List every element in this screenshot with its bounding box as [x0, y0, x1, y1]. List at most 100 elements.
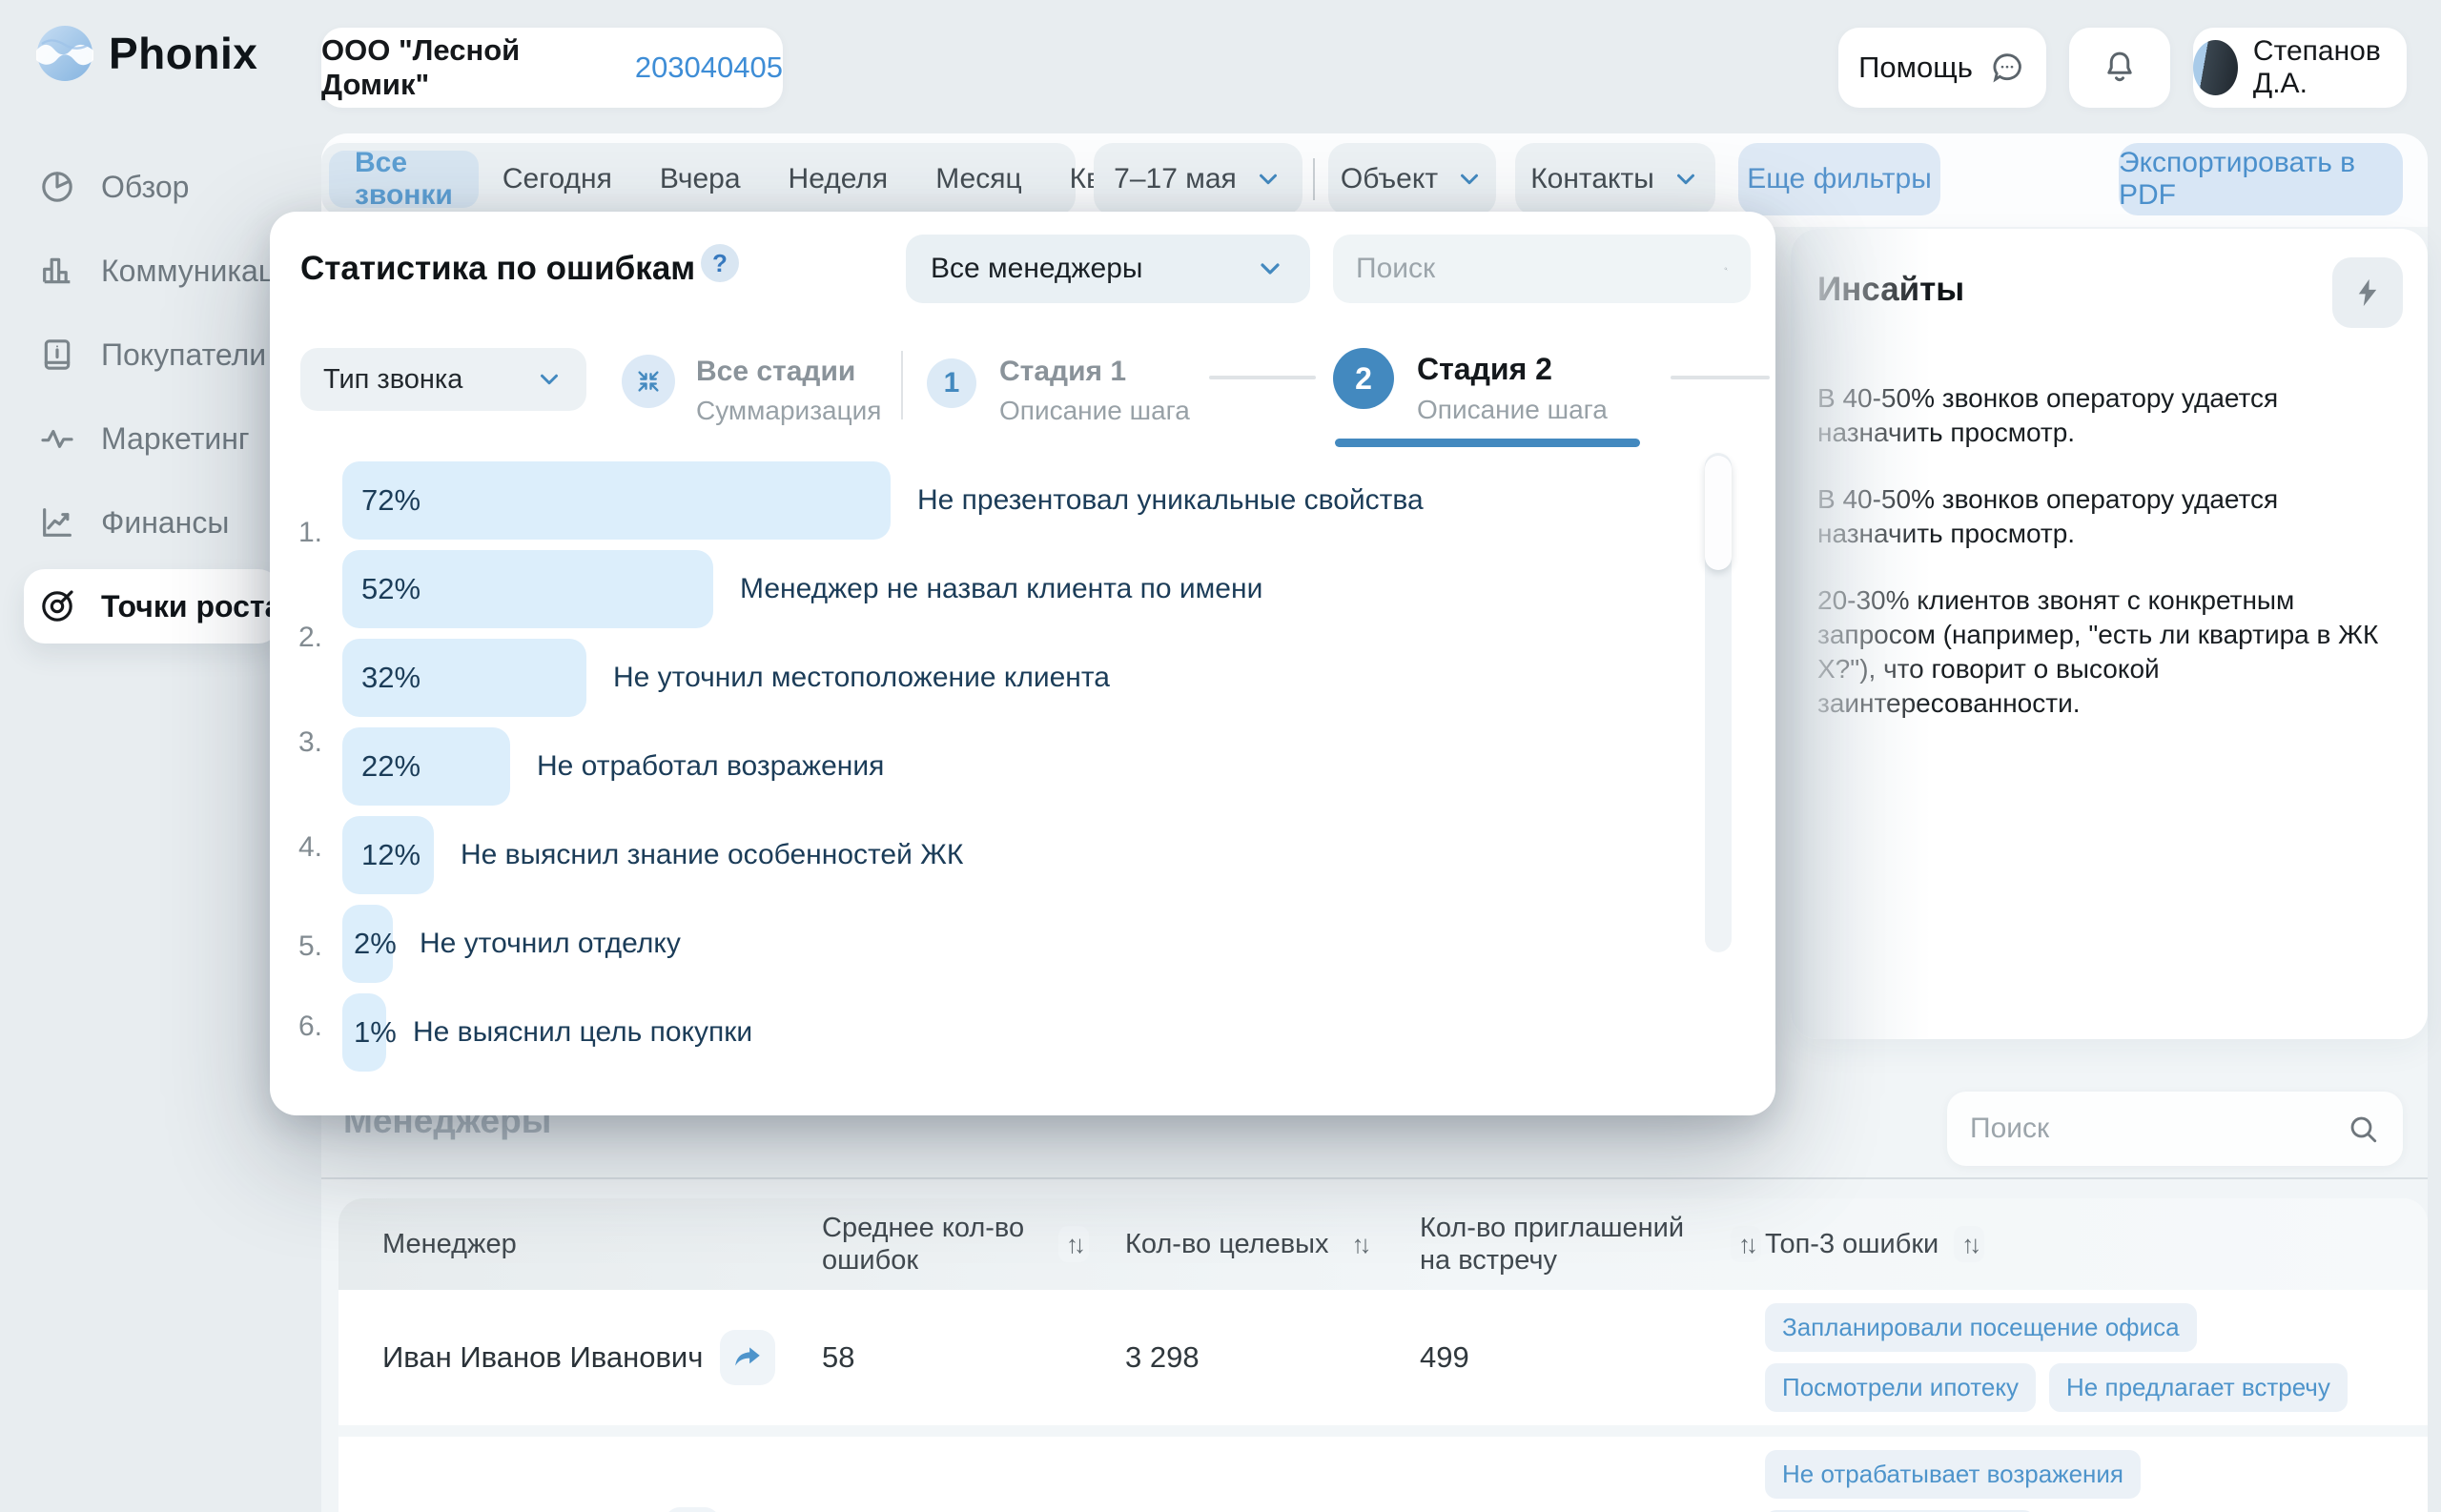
chart-row: 32% Не уточнил местоположение клиента [270, 639, 1775, 717]
app-root: Phonix ООО "Лесной Домик" 203040405 Помо… [0, 0, 2441, 1512]
divider [1313, 158, 1315, 200]
bar[interactable]: 1% [342, 993, 386, 1072]
chevron-down-icon [1254, 165, 1282, 194]
chevron-down-icon [1672, 165, 1700, 194]
sidebar-item-label: Точки роста [101, 589, 281, 624]
insights-action-button[interactable] [2332, 257, 2403, 328]
row-divider [338, 1425, 2428, 1437]
brand: Phonix [36, 25, 257, 82]
period-segmented-control: Все звонки Сегодня Вчера Неделя Месяц Кв… [321, 143, 1076, 215]
bar-value: 12% [361, 816, 421, 894]
search-icon [2346, 1112, 2380, 1146]
object-dropdown[interactable]: Объект [1328, 143, 1496, 215]
export-pdf-button[interactable]: Экспортировать в PDF [2119, 143, 2403, 215]
table-row: Иван Иванов Иванович 58 3 298 499 Заплан… [338, 1290, 2428, 1425]
sidebar-item-growth-points[interactable]: Точки роста [24, 569, 279, 644]
phonix-logo-icon [36, 25, 93, 82]
date-range-dropdown[interactable]: 7–17 мая [1094, 143, 1303, 215]
lightning-bolt-icon [2351, 276, 2384, 309]
object-label: Объект [1341, 163, 1438, 195]
chevron-down-icon [1455, 165, 1484, 194]
avatar [2193, 40, 2238, 95]
profile-button[interactable]: Степанов Д.А. [2193, 28, 2407, 108]
filter-tab-month[interactable]: Месяц [912, 143, 1045, 215]
column-header-top-errors: Топ-3 ошибки [1765, 1229, 1938, 1260]
bar[interactable]: 12% [342, 816, 434, 894]
bar-category: Не презентовал уникальные свойства [917, 461, 1424, 540]
bar-value: 2% [354, 905, 397, 983]
error-statistics-modal: Статистика по ошибкам ? Все менеджеры Ти… [270, 212, 1775, 1115]
errors-bar-chart: 1. 2. 3. 4. 5. 6. 72% Не презентовал уни… [270, 212, 1775, 1115]
bar[interactable]: 52% [342, 550, 713, 628]
column-header-target-calls: Кол-во целевых [1125, 1229, 1328, 1260]
company-id: 203040405 [635, 51, 783, 85]
target-icon [38, 587, 76, 625]
bar-value: 72% [361, 461, 421, 540]
target-calls-value: 3 298 [1125, 1340, 1420, 1375]
bar-category: Менеджер не назвал клиента по имени [740, 550, 1262, 628]
insight-item: В 40-50% звонков оператору удается назна… [1817, 381, 2386, 450]
error-tag[interactable]: Не отрабатывает возражения [1765, 1450, 2141, 1499]
sidebar-item-label: Маркетинг [101, 421, 250, 457]
forward-arrow-icon [731, 1341, 764, 1374]
brand-name: Phonix [109, 28, 257, 79]
managers-section: Менеджеры Менеджер Среднее кол-во ошибок… [321, 1063, 2428, 1512]
chart-row: 12% Не выяснил знание особенностей ЖК [270, 816, 1775, 894]
user-name: Степанов Д.А. [2253, 35, 2407, 100]
bar-category: Не уточнил местоположение клиента [613, 639, 1110, 717]
manager-name: Иван Иванов Иванович [382, 1340, 703, 1375]
filter-tab-yesterday[interactable]: Вчера [636, 143, 765, 215]
more-filters-button[interactable]: Еще фильтры [1738, 143, 1940, 215]
chart-scrollbar-thumb[interactable] [1705, 456, 1732, 570]
date-range-value: 7–17 мая [1114, 163, 1237, 195]
table-header-row: Менеджер Среднее кол-во ошибок ↑↓ Кол-во… [338, 1198, 2428, 1290]
sort-icon[interactable]: ↑↓ [1731, 1226, 1761, 1262]
managers-table: Менеджер Среднее кол-во ошибок ↑↓ Кол-во… [338, 1198, 2428, 1512]
bar-value: 22% [361, 727, 421, 806]
bar[interactable]: 2% [342, 905, 393, 983]
insight-item: В 40-50% звонков оператору удается назна… [1817, 482, 2386, 551]
bar[interactable]: 32% [342, 639, 586, 717]
bar-category: Не уточнил отделку [420, 905, 681, 983]
notifications-button[interactable] [2069, 28, 2170, 108]
line-chart-icon [38, 503, 76, 541]
share-button[interactable] [665, 1507, 720, 1512]
filter-tab-today[interactable]: Сегодня [479, 143, 636, 215]
bar-value: 52% [361, 550, 421, 628]
insights-title: Инсайты [1817, 257, 1964, 309]
bell-icon [2100, 48, 2140, 88]
divider [321, 1177, 2428, 1179]
sort-icon[interactable]: ↑↓ [1344, 1226, 1374, 1262]
help-button[interactable]: Помощь [1838, 28, 2046, 108]
bar-category: Не выяснил знание особенностей ЖК [461, 816, 963, 894]
more-filters-label: Еще фильтры [1747, 163, 1932, 195]
avg-errors-value: 58 [822, 1340, 1125, 1375]
column-header-manager: Менеджер [382, 1229, 517, 1260]
filter-tab-week[interactable]: Неделя [765, 143, 913, 215]
info-book-icon [38, 336, 76, 374]
error-tag[interactable]: Не предлагает встречу [2049, 1363, 2348, 1412]
chart-row: 72% Не презентовал уникальные свойства [270, 461, 1775, 540]
contacts-dropdown[interactable]: Контакты [1515, 143, 1715, 215]
column-header-avg-errors: Среднее кол-во ошибок [822, 1212, 1043, 1277]
error-tag[interactable]: Запланировали посещение офиса [1765, 1303, 2197, 1352]
share-button[interactable] [720, 1330, 775, 1385]
chart-row: 1% Не выяснил цель покупки [270, 993, 1775, 1072]
filter-tab-all-calls[interactable]: Все звонки [329, 151, 479, 208]
bar[interactable]: 22% [342, 727, 510, 806]
table-row: Ангелина Пирогова 78 4 293 342 Не отраба… [338, 1437, 2428, 1512]
managers-search[interactable] [1947, 1092, 2403, 1166]
error-tag[interactable]: Посмотрели ипотеку [1765, 1363, 2036, 1412]
bar-category: Не выяснил цель покупки [413, 993, 752, 1072]
sort-icon[interactable]: ↑↓ [1954, 1226, 1984, 1262]
chart-scrollbar[interactable] [1705, 453, 1732, 952]
sidebar-item-label: Покупатели [101, 337, 266, 373]
chart-row: 2% Не уточнил отделку [270, 905, 1775, 983]
meeting-invites-value: 499 [1420, 1340, 1765, 1375]
bar[interactable]: 72% [342, 461, 891, 540]
company-selector[interactable]: ООО "Лесной Домик" 203040405 [321, 28, 783, 108]
sort-icon[interactable]: ↑↓ [1058, 1226, 1089, 1262]
company-name: ООО "Лесной Домик" [321, 33, 616, 102]
managers-search-input[interactable] [1970, 1113, 2346, 1145]
help-label: Помощь [1858, 51, 1973, 85]
